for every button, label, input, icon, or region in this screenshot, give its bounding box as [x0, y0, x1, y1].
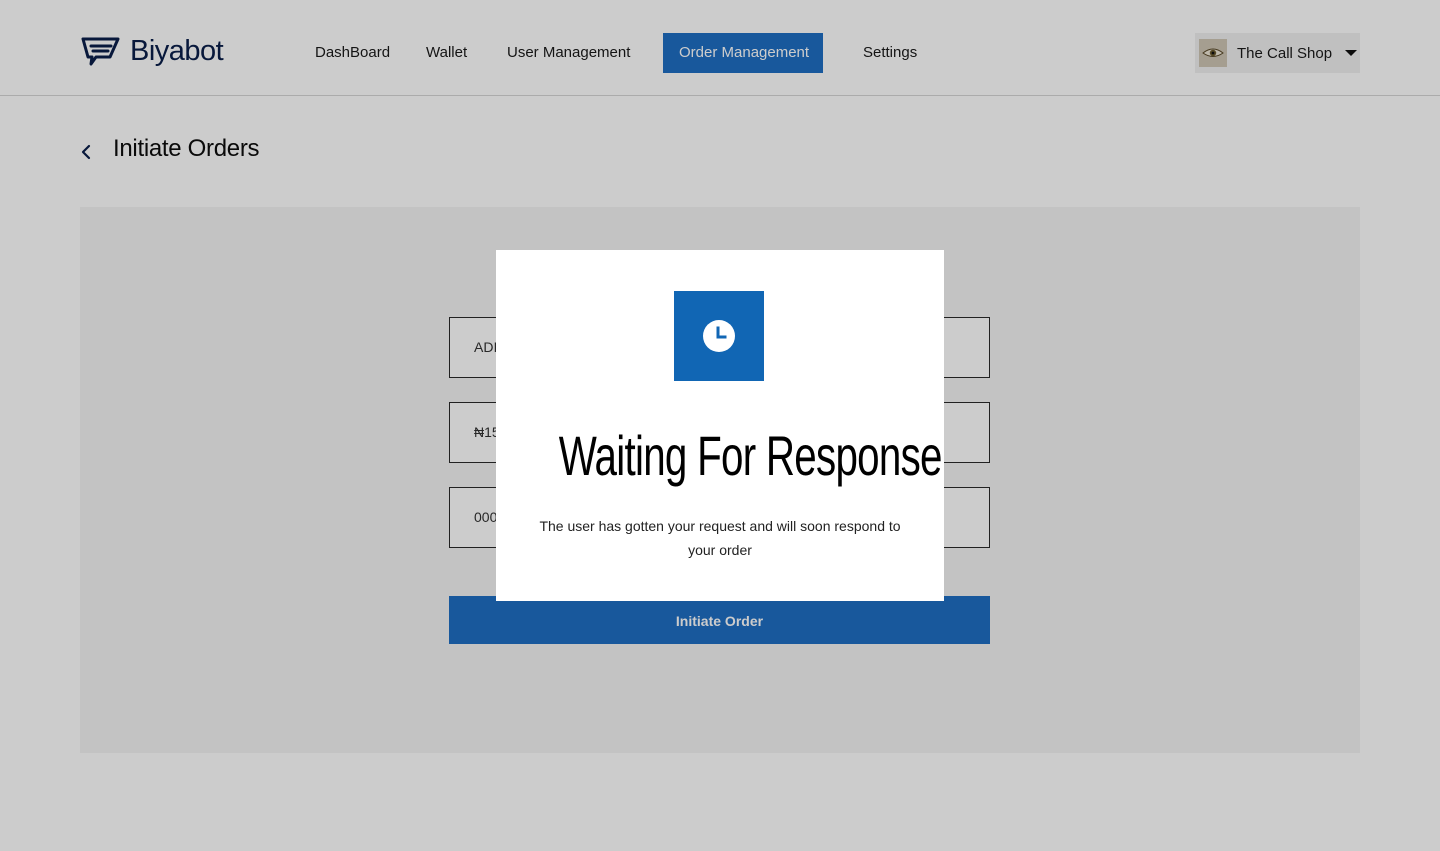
clock-icon [674, 291, 764, 381]
waiting-modal: Waiting For Response The user has gotten… [496, 250, 944, 601]
modal-message: The user has gotten your request and wil… [539, 518, 901, 558]
modal-title: Waiting For Response [558, 424, 943, 487]
